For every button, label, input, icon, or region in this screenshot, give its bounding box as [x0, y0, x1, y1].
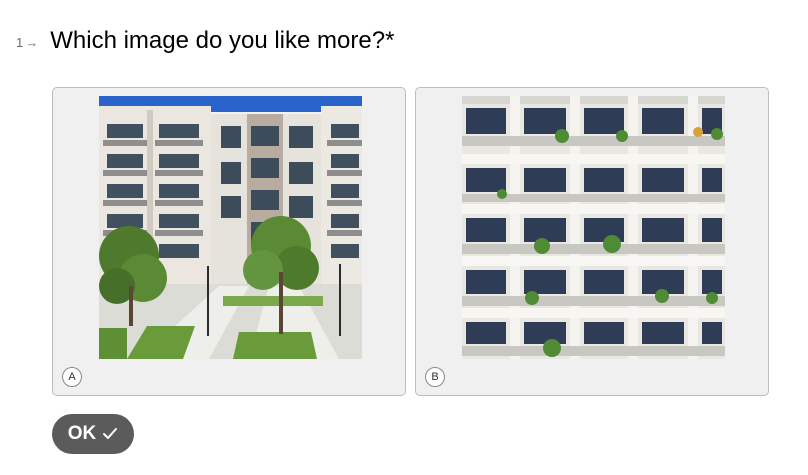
- question-header: 1 → Which image do you like more? *: [16, 26, 394, 56]
- question-number-label: 1: [16, 34, 24, 50]
- choice-b[interactable]: B: [415, 87, 769, 396]
- building-facade-image: [462, 96, 725, 359]
- choice-a[interactable]: A: [52, 87, 406, 396]
- choice-a-image: [99, 96, 362, 359]
- choice-a-key: A: [62, 367, 82, 387]
- question-text: Which image do you like more?: [50, 27, 386, 54]
- choice-b-key: B: [425, 367, 445, 387]
- checkmark-icon: [102, 427, 118, 441]
- question-number: 1 →: [16, 35, 38, 50]
- choice-b-image: [462, 96, 725, 359]
- required-marker: *: [385, 27, 395, 54]
- ok-button[interactable]: OK: [52, 414, 134, 454]
- building-courtyard-image: [99, 96, 362, 359]
- survey-page: 1 → Which image do you like more? * A B …: [0, 0, 808, 475]
- ok-button-label: OK: [67, 423, 97, 444]
- arrow-right-icon: →: [25, 34, 39, 50]
- choice-list: A B: [52, 87, 769, 396]
